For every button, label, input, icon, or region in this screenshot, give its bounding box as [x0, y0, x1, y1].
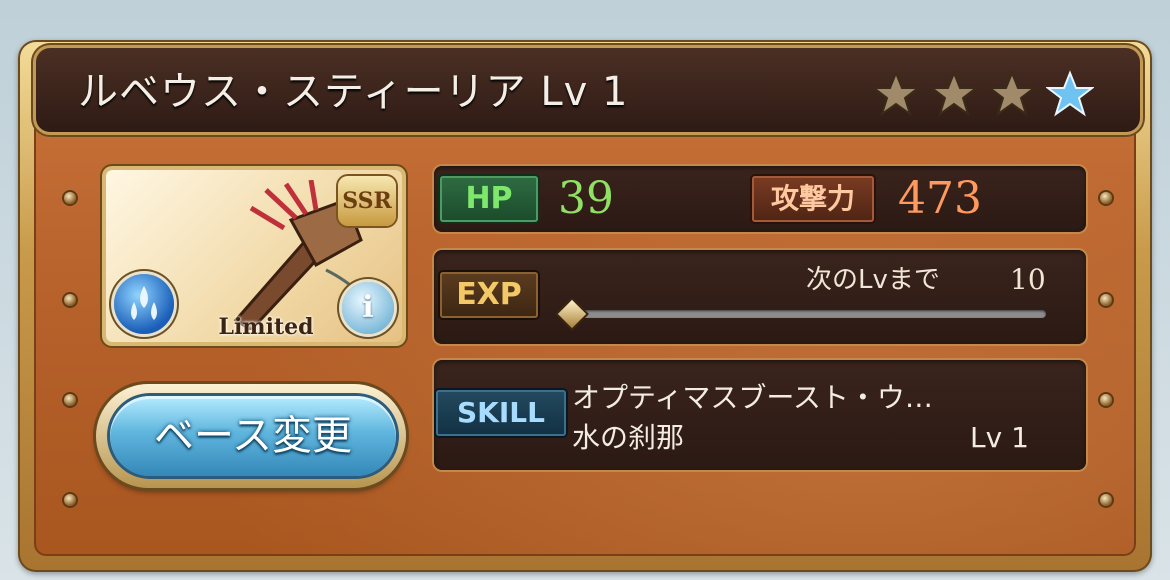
skill-subname: 水の刹那	[572, 421, 685, 454]
water-element-icon	[114, 274, 174, 334]
rivet-decoration	[64, 494, 76, 506]
rivet-decoration	[64, 294, 76, 306]
rivet-decoration	[1100, 494, 1112, 506]
hp-label: HP	[440, 176, 538, 222]
next-level-label: 次のLvまで	[806, 265, 940, 295]
skill-label: SKILL	[436, 390, 566, 436]
weapon-title: ルベウス・スティーリア Lv 1	[78, 69, 629, 115]
star-filled-icon	[988, 70, 1036, 118]
skill-level: Lv 1	[970, 421, 1029, 454]
change-base-button[interactable]: ベース変更	[110, 396, 396, 476]
info-icon[interactable]: i	[342, 282, 394, 334]
rivet-decoration	[1100, 294, 1112, 306]
exp-progress-bar	[572, 310, 1046, 318]
rivet-decoration	[64, 394, 76, 406]
weapon-card[interactable]: SSR Limited i	[106, 170, 402, 342]
exp-label: EXP	[440, 272, 538, 318]
rivet-decoration	[1100, 192, 1112, 204]
star-blue-icon	[1046, 70, 1094, 118]
rivet-decoration	[64, 192, 76, 204]
rivet-decoration	[1100, 394, 1112, 406]
hp-value: 39	[558, 173, 614, 224]
next-level-value: 10	[1010, 263, 1046, 296]
ssr-badge: SSR	[338, 176, 396, 226]
attack-label: 攻撃力	[752, 176, 874, 222]
star-filled-icon	[930, 70, 978, 118]
star-filled-icon	[872, 70, 920, 118]
rarity-stars	[872, 70, 1094, 122]
skill-name: オプティマスブースト・ウ…	[572, 381, 933, 414]
attack-value: 473	[898, 173, 982, 224]
limited-badge: Limited	[218, 314, 314, 340]
